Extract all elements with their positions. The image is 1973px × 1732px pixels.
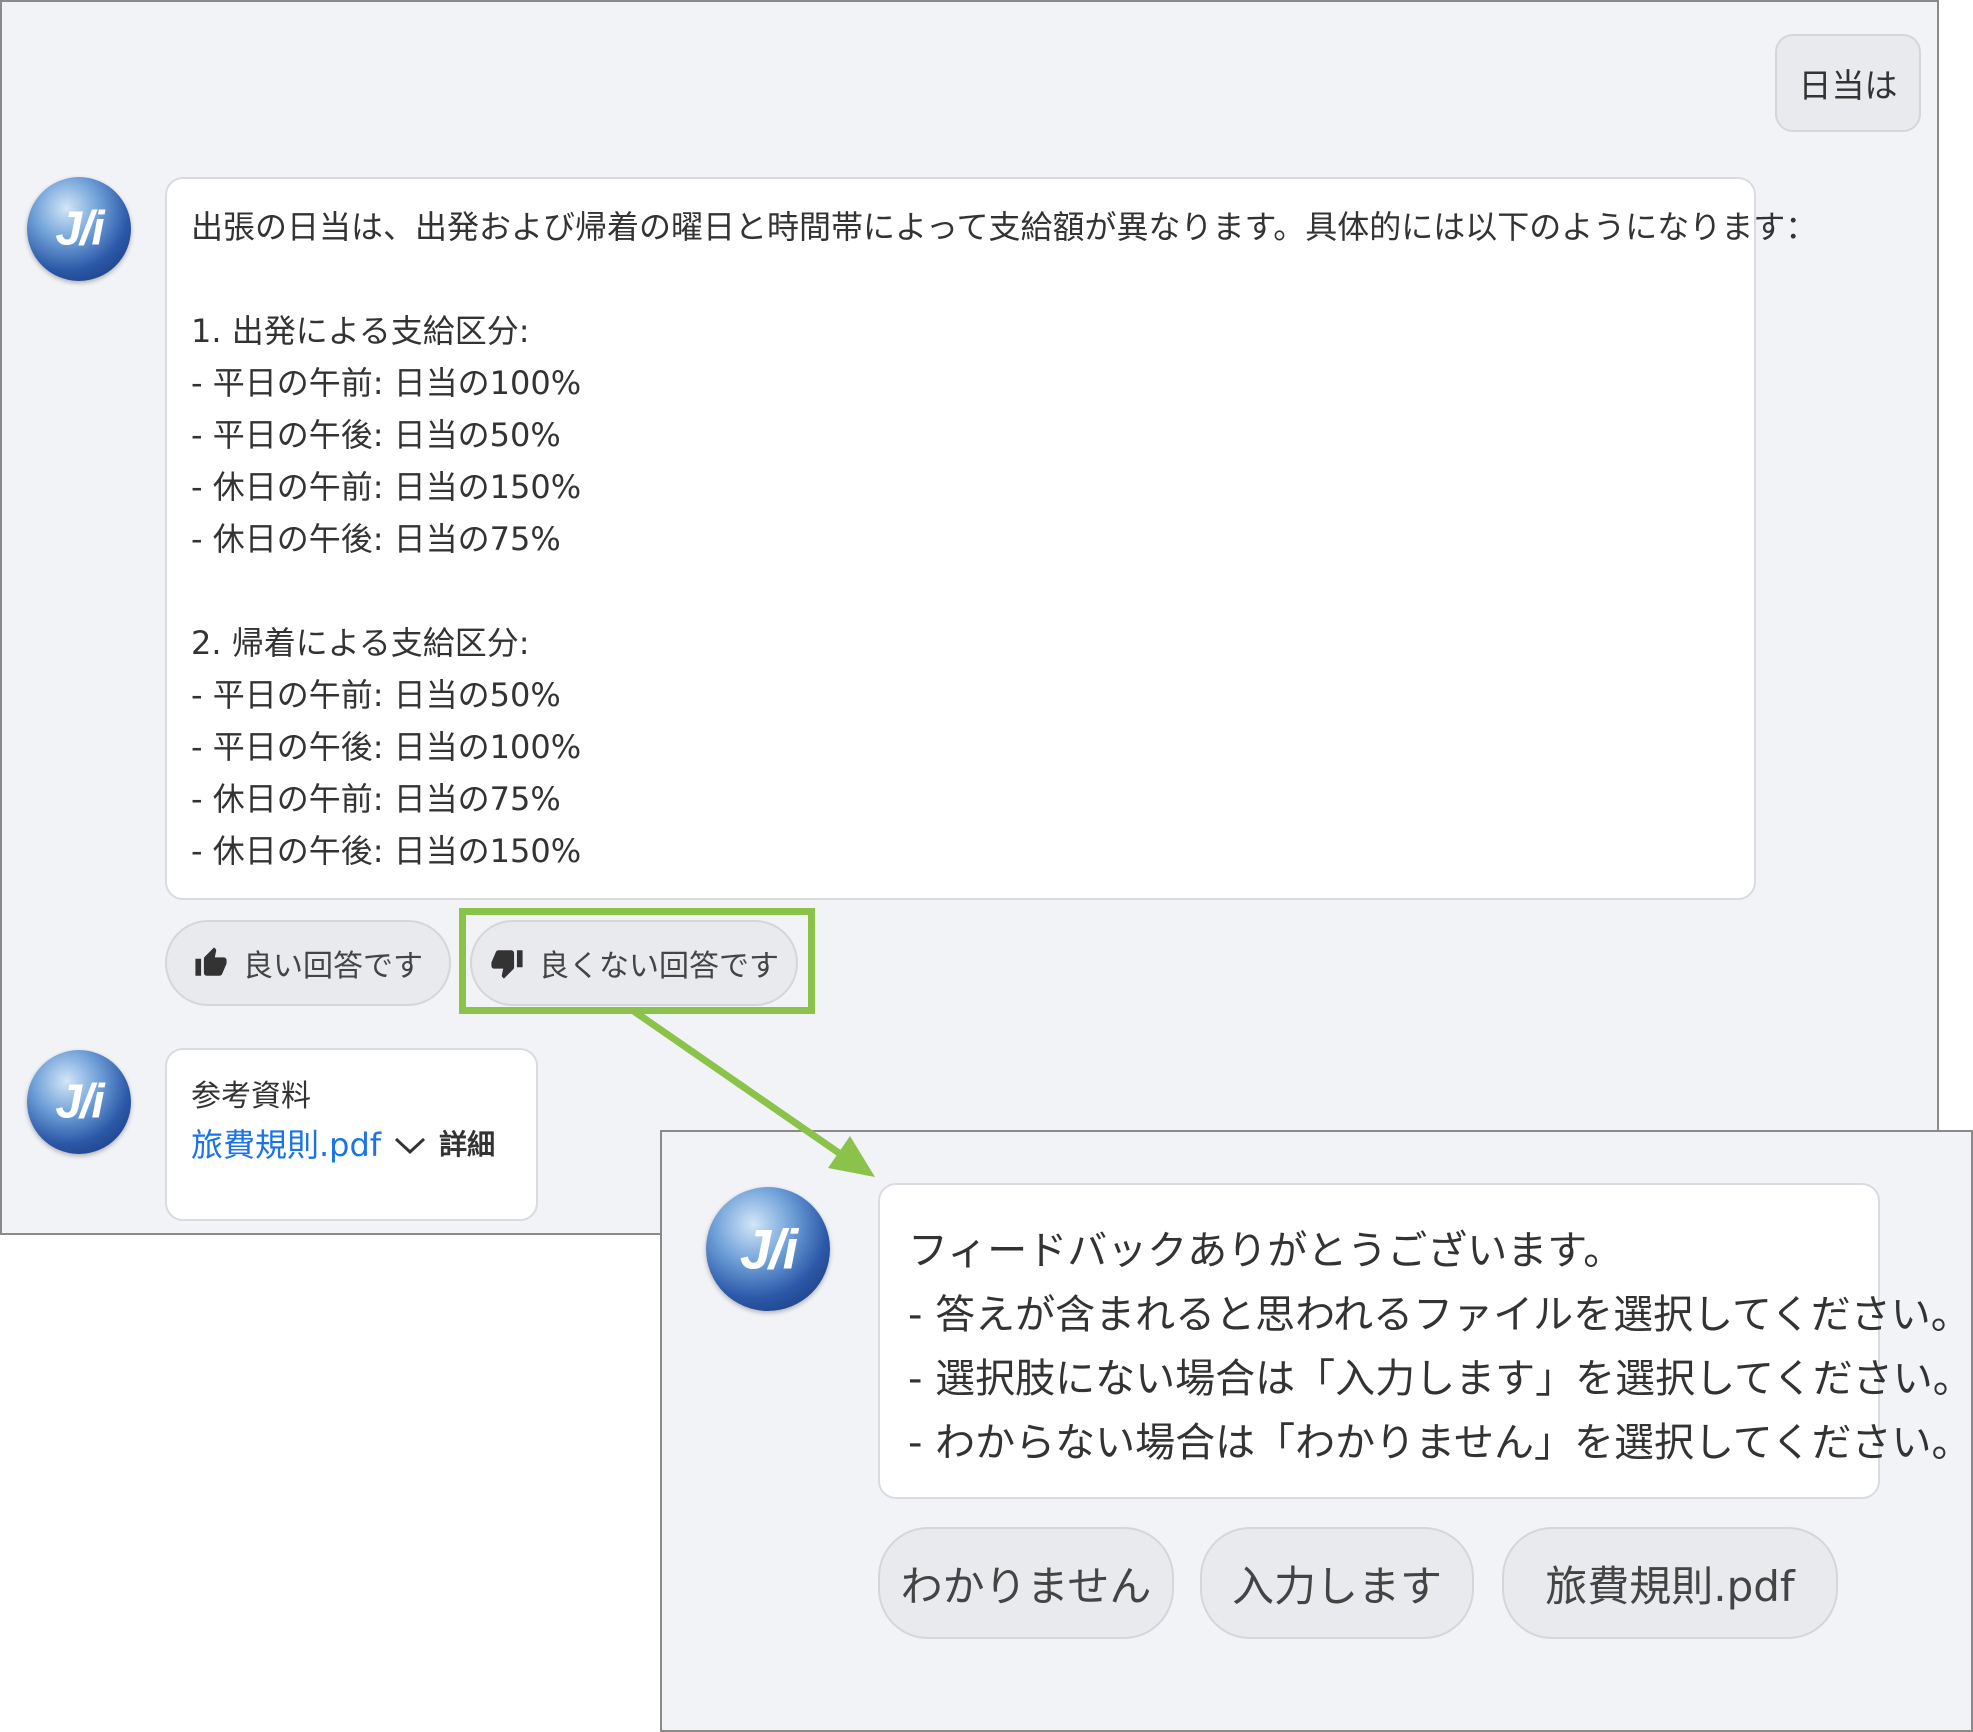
arrow-icon	[631, 1008, 875, 1177]
